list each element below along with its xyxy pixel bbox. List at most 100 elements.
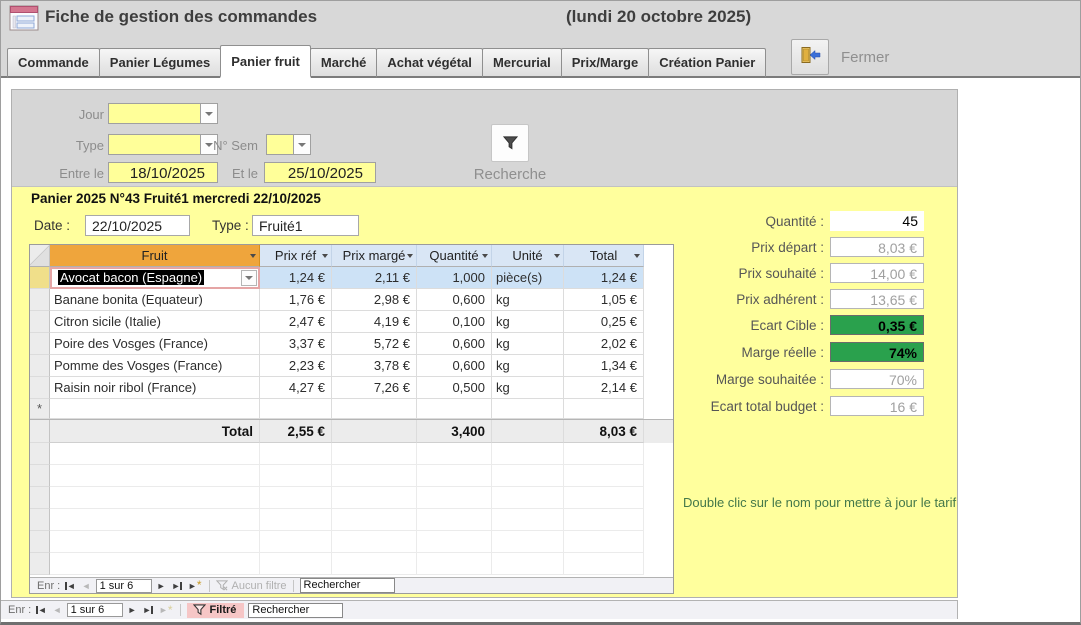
type-field[interactable]: Fruité1 (252, 215, 359, 236)
type-combobox[interactable] (108, 134, 201, 155)
cell-prix-ref[interactable]: 3,37 € (260, 333, 332, 355)
last-record-button[interactable]: ► (171, 581, 183, 591)
cell-prix-ref[interactable]: 1,76 € (260, 289, 332, 311)
cell-quantite[interactable]: 0,100 (417, 311, 492, 333)
cell-quantite[interactable]: 0,600 (417, 333, 492, 355)
filter-arrow-icon[interactable] (407, 254, 413, 258)
cell-prix-marge[interactable]: 3,78 € (332, 355, 417, 377)
filter-arrow-icon[interactable] (250, 254, 256, 258)
tab-commande[interactable]: Commande (7, 48, 100, 78)
record-selector[interactable] (30, 289, 50, 311)
new-record-button[interactable]: ►* (187, 581, 203, 591)
cell-prix-ref[interactable]: 1,24 € (260, 267, 332, 289)
tab-panier-fruit[interactable]: Panier fruit (220, 45, 311, 78)
cell-fruit[interactable]: Banane bonita (Equateur) (50, 289, 260, 311)
cell-prix-ref[interactable] (260, 399, 332, 419)
record-selector[interactable] (30, 267, 50, 289)
panier-panel: Panier 2025 N°43 Fruité1 mercredi 22/10/… (12, 187, 957, 597)
cell-prix-marge[interactable]: 2,98 € (332, 289, 417, 311)
record-selector[interactable] (30, 355, 50, 377)
cell-unite[interactable]: kg (492, 333, 564, 355)
filter-arrow-icon[interactable] (482, 254, 488, 258)
sem-dropdown-button[interactable] (293, 134, 311, 155)
cell-fruit-editing[interactable]: Avocat bacon (Espagne) (50, 267, 260, 289)
date-from-field[interactable]: 18/10/2025 (108, 162, 218, 183)
new-record-row[interactable]: * (30, 399, 673, 419)
cell-quantite[interactable]: 1,000 (417, 267, 492, 289)
cell-unite[interactable]: pièce(s) (492, 267, 564, 289)
new-record-button[interactable]: ►* (158, 605, 174, 615)
cell-prix-ref[interactable]: 2,47 € (260, 311, 332, 333)
cell-fruit[interactable]: Poire des Vosges (France) (50, 333, 260, 355)
tab-achat-vegetal[interactable]: Achat végétal (376, 48, 483, 78)
date-to-field[interactable]: 25/10/2025 (264, 162, 376, 183)
cell-fruit[interactable]: Citron sicile (Italie) (50, 311, 260, 333)
cell-fruit[interactable]: Pomme des Vosges (France) (50, 355, 260, 377)
filter-arrow-icon[interactable] (634, 254, 640, 258)
record-search-input[interactable]: Rechercher (248, 603, 343, 618)
tab-mercurial[interactable]: Mercurial (482, 48, 562, 78)
cell-quantite[interactable]: 0,500 (417, 377, 492, 399)
tab-creation-panier[interactable]: Création Panier (648, 48, 766, 78)
record-position-box[interactable]: 1 sur 6 (96, 579, 152, 593)
cell-quantite[interactable] (417, 399, 492, 419)
cell-quantite[interactable]: 0,600 (417, 289, 492, 311)
cell-prix-marge[interactable]: 7,26 € (332, 377, 417, 399)
record-position-box[interactable]: 1 sur 6 (67, 603, 123, 617)
search-filter-button[interactable] (491, 124, 529, 162)
cell-total[interactable] (564, 399, 644, 419)
previous-record-button[interactable]: ◄ (52, 605, 63, 615)
column-header-prix-ref[interactable]: Prix réf (260, 245, 332, 267)
quantite-field[interactable]: 45 (830, 211, 924, 231)
cell-prix-marge[interactable]: 5,72 € (332, 333, 417, 355)
cell-prix-ref[interactable]: 2,23 € (260, 355, 332, 377)
filtered-indicator[interactable]: Filtré (187, 603, 245, 618)
column-header-unite[interactable]: Unité (492, 245, 564, 267)
tab-marche[interactable]: Marché (310, 48, 378, 78)
filter-arrow-icon[interactable] (322, 254, 328, 258)
tab-prix-marge[interactable]: Prix/Marge (561, 48, 649, 78)
cell-total[interactable]: 2,02 € (564, 333, 644, 355)
first-record-button[interactable]: ◄ (64, 581, 76, 591)
next-record-button[interactable]: ► (156, 581, 167, 591)
no-filter-indicator[interactable]: Aucun filtre (216, 580, 287, 592)
cell-quantite[interactable] (332, 399, 417, 419)
cell-total[interactable]: 2,14 € (564, 377, 644, 399)
num-semaine-combobox[interactable] (266, 134, 294, 155)
previous-record-button[interactable]: ◄ (81, 581, 92, 591)
close-form-button[interactable] (791, 39, 829, 75)
column-header-total[interactable]: Total (564, 245, 644, 267)
cell-prix-marge[interactable]: 2,11 € (332, 267, 417, 289)
cell-fruit[interactable] (50, 399, 260, 419)
next-record-button[interactable]: ► (127, 605, 138, 615)
cell-unite[interactable]: kg (492, 311, 564, 333)
cell-total[interactable]: 1,24 € (564, 267, 644, 289)
cell-unite[interactable]: kg (492, 377, 564, 399)
record-selector[interactable] (30, 377, 50, 399)
cell-prix-ref[interactable]: 4,27 € (260, 377, 332, 399)
select-all-corner[interactable] (30, 245, 50, 267)
jour-combobox[interactable] (108, 103, 201, 124)
cell-unite[interactable]: kg (492, 355, 564, 377)
record-search-input[interactable]: Rechercher (300, 578, 395, 593)
cell-prix-marge[interactable]: 4,19 € (332, 311, 417, 333)
cell-total[interactable]: 1,34 € (564, 355, 644, 377)
cell-unite[interactable]: kg (492, 289, 564, 311)
date-field[interactable]: 22/10/2025 (85, 215, 190, 236)
first-record-button[interactable]: ◄ (35, 605, 47, 615)
cell-total[interactable]: 1,05 € (564, 289, 644, 311)
column-header-prix-marge[interactable]: Prix margé (332, 245, 417, 267)
last-record-button[interactable]: ► (142, 605, 154, 615)
fruit-combo-button[interactable] (241, 270, 257, 286)
column-header-quantite[interactable]: Quantité (417, 245, 492, 267)
record-selector[interactable] (30, 311, 50, 333)
cell-unite[interactable] (492, 399, 564, 419)
record-selector[interactable] (30, 333, 50, 355)
jour-dropdown-button[interactable] (200, 103, 218, 124)
cell-fruit[interactable]: Raisin noir ribol (France) (50, 377, 260, 399)
column-header-fruit[interactable]: Fruit (50, 245, 260, 267)
cell-total[interactable]: 0,25 € (564, 311, 644, 333)
filter-arrow-icon[interactable] (554, 254, 560, 258)
tab-panier-legumes[interactable]: Panier Légumes (99, 48, 221, 78)
cell-quantite[interactable]: 0,600 (417, 355, 492, 377)
